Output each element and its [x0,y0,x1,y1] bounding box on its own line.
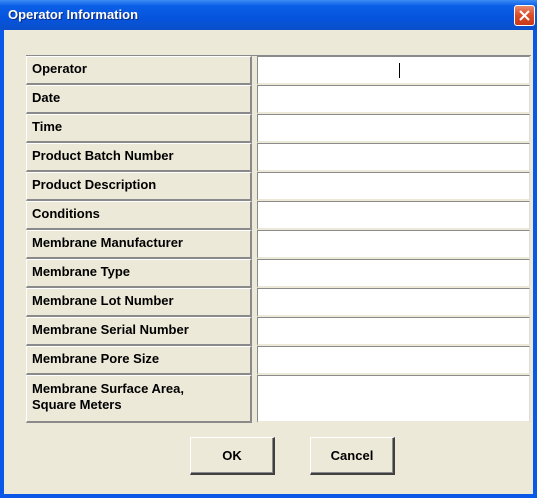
dialog-buttons: OK Cancel [4,437,533,477]
membrane-surface-area-label: Membrane Surface Area, Square Meters [26,375,252,423]
conditions-label: Conditions [26,201,252,230]
time-field[interactable] [257,114,530,143]
product-description-field[interactable] [257,172,530,201]
form-row-product-description: Product Description [26,172,531,201]
operator-information-dialog: Operator Information Operator Date Time [0,0,537,498]
form-row-membrane-lot-number: Membrane Lot Number [26,288,531,317]
form-row-membrane-surface-area: Membrane Surface Area, Square Meters [26,375,531,423]
window-title: Operator Information [8,7,139,22]
membrane-surface-area-field[interactable] [257,375,530,423]
form-row-conditions: Conditions [26,201,531,230]
date-field[interactable] [257,85,530,114]
close-button[interactable] [514,5,535,26]
product-description-label: Product Description [26,172,252,201]
operator-label: Operator [26,56,252,85]
form-row-membrane-type: Membrane Type [26,259,531,288]
form-row-time: Time [26,114,531,143]
form-row-membrane-manufacturer: Membrane Manufacturer [26,230,531,259]
product-batch-number-label: Product Batch Number [26,143,252,172]
membrane-type-label: Membrane Type [26,259,252,288]
form-row-product-batch-number: Product Batch Number [26,143,531,172]
product-batch-number-field[interactable] [257,143,530,172]
cancel-button[interactable]: Cancel [310,437,395,475]
membrane-manufacturer-field[interactable] [257,230,530,259]
form-row-membrane-pore-size: Membrane Pore Size [26,346,531,375]
ok-button[interactable]: OK [190,437,275,475]
operator-field[interactable] [257,56,530,85]
membrane-type-field[interactable] [257,259,530,288]
conditions-field[interactable] [257,201,530,230]
form-row-membrane-serial-number: Membrane Serial Number [26,317,531,346]
form-row-operator: Operator [26,56,531,85]
title-bar[interactable]: Operator Information [0,0,537,30]
close-icon [519,10,530,21]
form-row-date: Date [26,85,531,114]
membrane-pore-size-label: Membrane Pore Size [26,346,252,375]
membrane-serial-number-field[interactable] [257,317,530,346]
membrane-serial-number-label: Membrane Serial Number [26,317,252,346]
membrane-lot-number-field[interactable] [257,288,530,317]
date-label: Date [26,85,252,114]
text-caret [399,63,400,78]
time-label: Time [26,114,252,143]
operator-form: Operator Date Time Product Batch Number [26,55,531,423]
membrane-lot-number-label: Membrane Lot Number [26,288,252,317]
membrane-pore-size-field[interactable] [257,346,530,375]
membrane-manufacturer-label: Membrane Manufacturer [26,230,252,259]
